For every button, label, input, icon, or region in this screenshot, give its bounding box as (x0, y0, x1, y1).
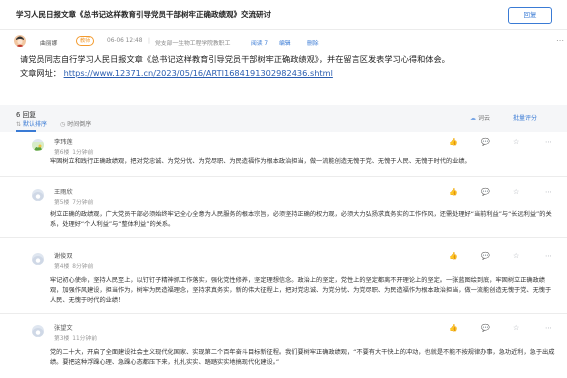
reply-author[interactable]: 王雨欣 (54, 187, 73, 196)
sort-time-label: 时间倒序 (67, 121, 92, 128)
avatar[interactable] (32, 253, 44, 265)
sort-time-desc[interactable]: ◷ 时间倒序 (60, 119, 91, 128)
floor-number: 第6楼 (54, 150, 70, 156)
wordcloud-label: 词云 (478, 115, 491, 122)
floor-number: 第3楼 (54, 336, 70, 342)
post-text: 请党员同志自行学习人民日报文章《总书记这样教育引导党员干部树牢正确政绩观》，并在… (20, 54, 450, 64)
url-prefix: 文章网址： (20, 67, 61, 78)
reply-time: 1分钟前 (72, 150, 94, 156)
reply-item: 谢俊双 第4楼 8分钟前 👍 💬 ☆ ⋯ 牢记初心使命，坚持人民至上，以钉钉子精神… (0, 246, 567, 314)
star-icon[interactable]: ☆ (513, 138, 519, 146)
reply-button[interactable]: 回复 (508, 7, 552, 24)
reply-item: 王雨欣 第5楼 7分钟前 👍 💬 ☆ ⋯ 树立正确的政绩观，广大党员干部必须始终牢… (0, 182, 567, 238)
reply-author[interactable]: 谢俊双 (54, 251, 73, 260)
reply-count: 6 回复 (16, 111, 37, 119)
comment-icon[interactable]: 💬 (481, 188, 490, 196)
sort-default[interactable]: ⇅ 默认排序 (16, 119, 47, 128)
view-count: 阅读 7 (251, 41, 269, 47)
avatar[interactable] (32, 189, 44, 201)
reply-time: 7分钟前 (72, 200, 94, 206)
like-icon[interactable]: 👍 (449, 252, 458, 260)
reply-floor: 第3楼 11分钟前 (54, 333, 100, 342)
reply-item: 李玮莲 第6楼 1分钟前 👍 💬 ☆ ⋯ 牢固树立和践行正确政绩观，把对党忠诚、为… (0, 132, 567, 177)
like-icon[interactable]: 👍 (449, 324, 458, 332)
post-body: 请党员同志自行学习人民日报文章《总书记这样教育引导党员干部树牢正确政绩观》，并在… (20, 53, 555, 80)
comment-icon[interactable]: 💬 (481, 252, 490, 260)
reply-item: 张望文 第3楼 11分钟前 👍 💬 ☆ ⋯ 党的二十大，开启了全面建设社会主义现代… (0, 318, 567, 378)
reply-list-bar: 6 回复 ⇅ 默认排序 ◷ 时间倒序 ☁ 词云 批量评分 (0, 105, 567, 132)
post-url-line: 文章网址： https://www.12371.cn/2023/05/16/AR… (20, 67, 555, 81)
post-meta: 曲丽娜 教师 06-06 12:48 | 党支部一生物工程学院教职工 阅读 7 … (14, 35, 564, 49)
more-horizontal-icon[interactable]: ⋯ (545, 188, 552, 196)
meta-divider: | (148, 38, 150, 44)
post-date: 06-06 12:48 (107, 38, 143, 44)
reply-floor: 第6楼 1分钟前 (54, 147, 96, 156)
comment-icon[interactable]: 💬 (481, 324, 490, 332)
clock-icon: ◷ (60, 121, 66, 128)
post-department: 党支部一生物工程学院教职工 (155, 41, 231, 47)
post-author[interactable]: 曲丽娜 (40, 38, 57, 47)
sort-icon: ⇅ (16, 121, 22, 128)
more-horizontal-icon[interactable]: ⋯ (545, 138, 552, 146)
topic-title: 学习人民日报文章《总书记这样教育引导党员干部树牢正确政绩观》交流研讨 (16, 10, 271, 19)
delete-link[interactable]: 删除 (307, 38, 319, 47)
reply-author[interactable]: 李玮莲 (54, 137, 73, 146)
comment-icon[interactable]: 💬 (481, 138, 490, 146)
more-horizontal-icon[interactable]: ⋯ (545, 252, 552, 260)
reply-author[interactable]: 张望文 (54, 323, 73, 332)
wordcloud-button[interactable]: ☁ 词云 (470, 113, 490, 122)
avatar[interactable] (32, 325, 44, 337)
star-icon[interactable]: ☆ (513, 188, 519, 196)
cloud-icon: ☁ (470, 115, 476, 122)
avatar[interactable] (14, 35, 26, 47)
reply-content: 牢固树立和践行正确政绩观，把对党忠诚、为党分忧、为党尽职、为民造福作为根本政治担… (50, 158, 471, 165)
like-icon[interactable]: 👍 (449, 188, 458, 196)
more-horizontal-icon[interactable]: ⋯ (556, 36, 564, 45)
reply-time: 8分钟前 (72, 264, 94, 270)
reply-floor: 第5楼 7分钟前 (54, 197, 96, 206)
floor-number: 第5楼 (54, 200, 70, 206)
role-badge: 教师 (76, 36, 95, 46)
batch-score-button[interactable]: 批量评分 (513, 113, 537, 122)
reply-content: 牢记初心使命，坚持人民至上，以钉钉子精神抓工作落实，强化党性修养，坚定理想信念。… (50, 277, 552, 304)
reply-time: 11分钟前 (72, 336, 98, 342)
reply-content: 党的二十大，开启了全面建设社会主义现代化国家、实现第二个百年奋斗目标新征程。我们… (50, 349, 555, 366)
sort-default-label: 默认排序 (23, 121, 48, 128)
article-link[interactable]: https://www.12371.cn/2023/05/16/ARTI1684… (64, 68, 333, 78)
edit-link[interactable]: 编辑 (279, 38, 291, 47)
star-icon[interactable]: ☆ (513, 252, 519, 260)
floor-number: 第4楼 (54, 264, 70, 270)
avatar[interactable] (32, 139, 44, 151)
star-icon[interactable]: ☆ (513, 324, 519, 332)
reply-content: 树立正确的政绩观，广大党员干部必须始终牢记全心全意为人民服务的根本宗旨，必须坚持… (50, 211, 552, 228)
like-icon[interactable]: 👍 (449, 138, 458, 146)
more-horizontal-icon[interactable]: ⋯ (545, 324, 552, 332)
reply-floor: 第4楼 8分钟前 (54, 261, 96, 270)
topic-header: 学习人民日报文章《总书记这样教育引导党员干部树牢正确政绩观》交流研讨 回复 (0, 0, 567, 30)
